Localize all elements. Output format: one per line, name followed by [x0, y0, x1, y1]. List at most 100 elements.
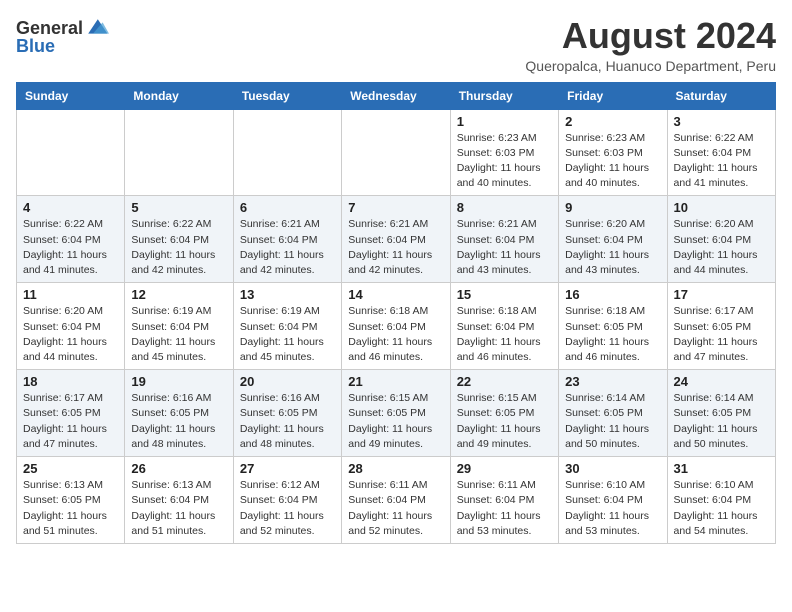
- day-number: 31: [674, 461, 769, 476]
- day-info: Sunrise: 6:17 AMSunset: 6:05 PMDaylight:…: [23, 391, 118, 452]
- day-info: Sunrise: 6:18 AMSunset: 6:05 PMDaylight:…: [565, 304, 660, 365]
- day-number: 17: [674, 287, 769, 302]
- day-info: Sunrise: 6:16 AMSunset: 6:05 PMDaylight:…: [240, 391, 335, 452]
- day-number: 22: [457, 374, 552, 389]
- table-row: 27 Sunrise: 6:12 AMSunset: 6:04 PMDayligh…: [233, 457, 341, 544]
- logo: General Blue: [16, 16, 109, 57]
- calendar-week-row: 25Sunrise: 6:13 AMSunset: 6:05 PMDayligh…: [17, 457, 776, 544]
- col-wednesday: Wednesday: [342, 82, 450, 109]
- calendar-week-row: 11Sunrise: 6:20 AMSunset: 6:04 PMDayligh…: [17, 283, 776, 370]
- day-info: Sunrise: 6:20 AMSunset: 6:04 PMDaylight:…: [565, 217, 660, 278]
- day-info: Sunrise: 6:11 AMSunset: 6:04 PMDaylight:…: [348, 478, 443, 539]
- day-info: Sunrise: 6:17 AMSunset: 6:05 PMDaylight:…: [674, 304, 769, 365]
- calendar-table: Sunday Monday Tuesday Wednesday Thursday…: [16, 82, 776, 544]
- table-row: 9 Sunrise: 6:20 AMSunset: 6:04 PMDaylight…: [559, 196, 667, 283]
- table-row: [233, 109, 341, 196]
- table-row: 8 Sunrise: 6:21 AMSunset: 6:04 PMDaylight…: [450, 196, 558, 283]
- day-number: 2: [565, 114, 660, 129]
- day-number: 5: [131, 200, 226, 215]
- table-row: 23Sunrise: 6:14 AMSunset: 6:05 PMDayligh…: [559, 370, 667, 457]
- table-row: [17, 109, 125, 196]
- day-info: Sunrise: 6:20 AMSunset: 6:04 PMDaylight:…: [674, 217, 769, 278]
- title-block: August 2024 Queropalca, Huanuco Departme…: [525, 16, 776, 74]
- day-info: Sunrise: 6:12 AMSunset: 6:04 PMDaylight:…: [240, 478, 335, 539]
- day-number: 29: [457, 461, 552, 476]
- day-number: 3: [674, 114, 769, 129]
- table-row: 2Sunrise: 6:23 AMSunset: 6:03 PMDaylight…: [559, 109, 667, 196]
- location-subtitle: Queropalca, Huanuco Department, Peru: [525, 58, 776, 74]
- table-row: 5 Sunrise: 6:22 AMSunset: 6:04 PMDaylight…: [125, 196, 233, 283]
- table-row: 22 Sunrise: 6:15 AMSunset: 6:05 PMDayligh…: [450, 370, 558, 457]
- day-info: Sunrise: 6:20 AMSunset: 6:04 PMDaylight:…: [23, 304, 118, 365]
- logo-icon: [85, 16, 109, 40]
- table-row: 15 Sunrise: 6:18 AMSunset: 6:04 PMDayligh…: [450, 283, 558, 370]
- day-number: 15: [457, 287, 552, 302]
- day-info: Sunrise: 6:21 AMSunset: 6:04 PMDaylight:…: [457, 217, 552, 278]
- table-row: [342, 109, 450, 196]
- day-info: Sunrise: 6:22 AMSunset: 6:04 PMDaylight:…: [131, 217, 226, 278]
- day-number: 19: [131, 374, 226, 389]
- col-monday: Monday: [125, 82, 233, 109]
- day-info: Sunrise: 6:21 AMSunset: 6:04 PMDaylight:…: [348, 217, 443, 278]
- day-number: 27: [240, 461, 335, 476]
- calendar-week-row: 18 Sunrise: 6:17 AMSunset: 6:05 PMDayligh…: [17, 370, 776, 457]
- day-number: 6: [240, 200, 335, 215]
- day-info: Sunrise: 6:23 AMSunset: 6:03 PMDaylight:…: [457, 131, 552, 192]
- day-number: 12: [131, 287, 226, 302]
- col-friday: Friday: [559, 82, 667, 109]
- day-number: 28: [348, 461, 443, 476]
- day-number: 8: [457, 200, 552, 215]
- day-number: 20: [240, 374, 335, 389]
- table-row: 17 Sunrise: 6:17 AMSunset: 6:05 PMDayligh…: [667, 283, 775, 370]
- table-row: 13 Sunrise: 6:19 AMSunset: 6:04 PMDayligh…: [233, 283, 341, 370]
- day-info: Sunrise: 6:18 AMSunset: 6:04 PMDaylight:…: [348, 304, 443, 365]
- day-info: Sunrise: 6:21 AMSunset: 6:04 PMDaylight:…: [240, 217, 335, 278]
- logo-blue-text: Blue: [16, 36, 55, 57]
- col-sunday: Sunday: [17, 82, 125, 109]
- day-number: 9: [565, 200, 660, 215]
- day-number: 21: [348, 374, 443, 389]
- month-year-title: August 2024: [525, 16, 776, 56]
- table-row: 3Sunrise: 6:22 AMSunset: 6:04 PMDaylight…: [667, 109, 775, 196]
- day-info: Sunrise: 6:19 AMSunset: 6:04 PMDaylight:…: [131, 304, 226, 365]
- day-number: 14: [348, 287, 443, 302]
- table-row: 19 Sunrise: 6:16 AMSunset: 6:05 PMDayligh…: [125, 370, 233, 457]
- day-info: Sunrise: 6:15 AMSunset: 6:05 PMDaylight:…: [348, 391, 443, 452]
- table-row: 20 Sunrise: 6:16 AMSunset: 6:05 PMDayligh…: [233, 370, 341, 457]
- day-number: 16: [565, 287, 660, 302]
- day-info: Sunrise: 6:10 AMSunset: 6:04 PMDaylight:…: [674, 478, 769, 539]
- weekday-header-row: Sunday Monday Tuesday Wednesday Thursday…: [17, 82, 776, 109]
- day-info: Sunrise: 6:22 AMSunset: 6:04 PMDaylight:…: [23, 217, 118, 278]
- day-number: 10: [674, 200, 769, 215]
- day-info: Sunrise: 6:13 AMSunset: 6:04 PMDaylight:…: [131, 478, 226, 539]
- day-info: Sunrise: 6:11 AMSunset: 6:04 PMDaylight:…: [457, 478, 552, 539]
- table-row: 14 Sunrise: 6:18 AMSunset: 6:04 PMDayligh…: [342, 283, 450, 370]
- table-row: 26Sunrise: 6:13 AMSunset: 6:04 PMDayligh…: [125, 457, 233, 544]
- day-number: 25: [23, 461, 118, 476]
- day-number: 24: [674, 374, 769, 389]
- table-row: 16 Sunrise: 6:18 AMSunset: 6:05 PMDayligh…: [559, 283, 667, 370]
- table-row: 29 Sunrise: 6:11 AMSunset: 6:04 PMDayligh…: [450, 457, 558, 544]
- table-row: 10 Sunrise: 6:20 AMSunset: 6:04 PMDayligh…: [667, 196, 775, 283]
- calendar-week-row: 4Sunrise: 6:22 AMSunset: 6:04 PMDaylight…: [17, 196, 776, 283]
- table-row: 18 Sunrise: 6:17 AMSunset: 6:05 PMDayligh…: [17, 370, 125, 457]
- table-row: 1Sunrise: 6:23 AMSunset: 6:03 PMDaylight…: [450, 109, 558, 196]
- col-tuesday: Tuesday: [233, 82, 341, 109]
- day-info: Sunrise: 6:16 AMSunset: 6:05 PMDaylight:…: [131, 391, 226, 452]
- day-number: 18: [23, 374, 118, 389]
- day-info: Sunrise: 6:14 AMSunset: 6:05 PMDaylight:…: [565, 391, 660, 452]
- day-info: Sunrise: 6:19 AMSunset: 6:04 PMDaylight:…: [240, 304, 335, 365]
- day-info: Sunrise: 6:10 AMSunset: 6:04 PMDaylight:…: [565, 478, 660, 539]
- table-row: 7 Sunrise: 6:21 AMSunset: 6:04 PMDaylight…: [342, 196, 450, 283]
- col-thursday: Thursday: [450, 82, 558, 109]
- table-row: 25Sunrise: 6:13 AMSunset: 6:05 PMDayligh…: [17, 457, 125, 544]
- table-row: 6 Sunrise: 6:21 AMSunset: 6:04 PMDaylight…: [233, 196, 341, 283]
- day-number: 13: [240, 287, 335, 302]
- table-row: 4Sunrise: 6:22 AMSunset: 6:04 PMDaylight…: [17, 196, 125, 283]
- table-row: 21 Sunrise: 6:15 AMSunset: 6:05 PMDayligh…: [342, 370, 450, 457]
- day-number: 7: [348, 200, 443, 215]
- table-row: 30Sunrise: 6:10 AMSunset: 6:04 PMDayligh…: [559, 457, 667, 544]
- day-info: Sunrise: 6:18 AMSunset: 6:04 PMDaylight:…: [457, 304, 552, 365]
- col-saturday: Saturday: [667, 82, 775, 109]
- day-info: Sunrise: 6:15 AMSunset: 6:05 PMDaylight:…: [457, 391, 552, 452]
